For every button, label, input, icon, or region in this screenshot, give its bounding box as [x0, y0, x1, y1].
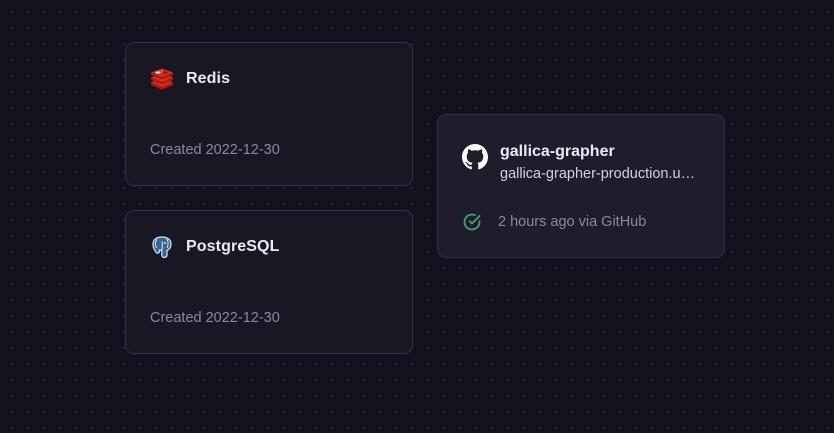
check-circle-icon: [462, 212, 482, 232]
deployment-status: 2 hours ago via GitHub: [462, 212, 646, 232]
redis-icon: [150, 67, 174, 91]
app-text: gallica-grapher gallica-grapher-producti…: [500, 142, 702, 184]
service-card-redis[interactable]: Redis Created 2022-12-30: [125, 42, 413, 186]
service-card-gallica-grapher[interactable]: gallica-grapher gallica-grapher-producti…: [437, 114, 725, 258]
postgresql-icon: [150, 235, 174, 259]
deployment-status-text: 2 hours ago via GitHub: [498, 214, 647, 230]
service-title: gallica-grapher: [500, 143, 615, 160]
service-card-header: PostgreSQL: [150, 235, 279, 259]
github-icon: [462, 144, 488, 170]
project-canvas[interactable]: Redis Created 2022-12-30 PostgreSQL Crea…: [0, 0, 834, 433]
service-title: Redis: [186, 70, 231, 87]
service-created-date: Created 2022-12-30: [150, 142, 280, 158]
service-card-header: gallica-grapher gallica-grapher-producti…: [462, 142, 702, 184]
service-created-date: Created 2022-12-30: [150, 310, 280, 326]
service-card-header: Redis: [150, 67, 230, 91]
service-url-link[interactable]: gallica-grapher-production.up.railway.ap…: [500, 164, 702, 184]
service-title: PostgreSQL: [186, 238, 280, 255]
service-card-postgresql[interactable]: PostgreSQL Created 2022-12-30: [125, 210, 413, 354]
